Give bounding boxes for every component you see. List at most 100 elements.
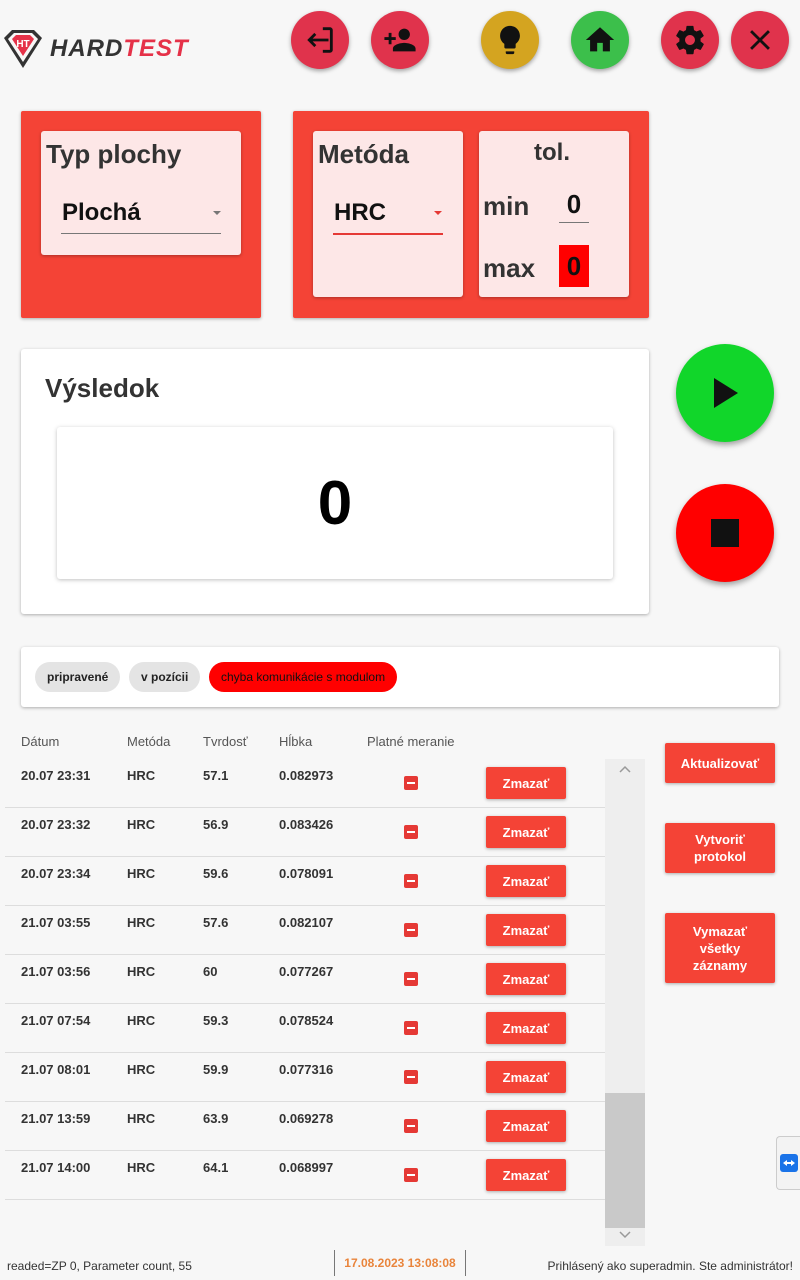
- delete-row-button[interactable]: Zmazať: [486, 816, 566, 848]
- chevron-down-icon[interactable]: [213, 211, 221, 215]
- status-bar: pripravené v pozícii chyba komunikácie s…: [21, 647, 779, 707]
- result-title: Výsledok: [45, 373, 160, 403]
- table-row: 21.07 08:01 HRC 59.9 0.077316 Zmazať: [5, 1053, 605, 1102]
- close-button[interactable]: [731, 11, 789, 69]
- cell-method: HRC: [127, 866, 156, 881]
- method-select-underline: [333, 233, 443, 235]
- column-header-valid: Platné meranie: [367, 734, 455, 749]
- login-icon: [307, 27, 333, 53]
- footer-debug-text: readed=ZP 0, Parameter count, 55: [7, 1259, 192, 1273]
- cell-depth: 0.077267: [279, 964, 334, 979]
- chevron-down-icon[interactable]: [434, 211, 442, 215]
- remote-support-icon: [779, 1154, 798, 1172]
- cell-date: 20.07 23:34: [21, 866, 91, 881]
- cell-method: HRC: [127, 1111, 156, 1126]
- delete-row-button[interactable]: Zmazať: [486, 914, 566, 946]
- method-title: Metóda: [318, 139, 409, 169]
- tolerance-title: tol.: [534, 139, 570, 166]
- invalid-measurement-icon[interactable]: [404, 1119, 418, 1133]
- surface-select-underline: [61, 233, 221, 234]
- home-icon: [585, 27, 615, 52]
- invalid-measurement-icon[interactable]: [404, 776, 418, 790]
- surface-select-value[interactable]: Plochá: [62, 199, 141, 227]
- logo-text: HARDTEST: [50, 35, 189, 62]
- cell-date: 21.07 08:01: [21, 1062, 91, 1077]
- status-chip-ready: pripravené: [35, 662, 121, 692]
- delete-row-button[interactable]: Zmazať: [486, 1159, 566, 1191]
- cell-depth: 0.082973: [279, 768, 334, 783]
- cell-method: HRC: [127, 768, 156, 783]
- add-user-icon: [384, 28, 416, 52]
- stop-button[interactable]: [676, 484, 774, 582]
- cell-hardness: 63.9: [203, 1111, 229, 1126]
- delete-row-button[interactable]: Zmazať: [486, 1110, 566, 1142]
- close-icon: [750, 30, 770, 50]
- scroll-up-icon[interactable]: [619, 765, 631, 773]
- column-header-hardness: Tvrdosť: [203, 734, 248, 749]
- cell-method: HRC: [127, 1062, 156, 1077]
- scrollbar-thumb[interactable]: [605, 1093, 645, 1228]
- cell-depth: 0.068997: [279, 1160, 334, 1175]
- cell-depth: 0.078091: [279, 866, 334, 881]
- method-card: Metóda HRC: [313, 131, 463, 297]
- gear-icon: [676, 25, 704, 55]
- cell-method: HRC: [127, 964, 156, 979]
- status-footer: readed=ZP 0, Parameter count, 55 17.08.2…: [0, 1250, 800, 1280]
- play-icon: [714, 378, 738, 408]
- delete-row-button[interactable]: Zmazať: [486, 963, 566, 995]
- cell-date: 20.07 23:32: [21, 817, 91, 832]
- invalid-measurement-icon[interactable]: [404, 923, 418, 937]
- result-card: Výsledok 0: [21, 349, 649, 614]
- table-scrollbar[interactable]: [605, 759, 645, 1246]
- delete-row-button[interactable]: Zmazať: [486, 865, 566, 897]
- cell-method: HRC: [127, 1013, 156, 1028]
- cell-depth: 0.077316: [279, 1062, 334, 1077]
- table-row: 20.07 23:34 HRC 59.6 0.078091 Zmazať: [5, 857, 605, 906]
- delete-all-button[interactable]: Vymazať všetky záznamy: [665, 913, 775, 983]
- app-logo: HT HARDTEST: [0, 26, 200, 72]
- status-chip-in-position: v pozícii: [129, 662, 201, 692]
- cell-date: 21.07 13:59: [21, 1111, 91, 1126]
- settings-button[interactable]: [661, 11, 719, 69]
- invalid-measurement-icon[interactable]: [404, 825, 418, 839]
- stop-icon: [711, 519, 739, 547]
- scroll-down-icon[interactable]: [619, 1231, 631, 1239]
- delete-row-button[interactable]: Zmazať: [486, 767, 566, 799]
- invalid-measurement-icon[interactable]: [404, 874, 418, 888]
- add-user-button[interactable]: [371, 11, 429, 69]
- status-chip-comm-error: chyba komunikácie s modulom: [209, 662, 398, 692]
- tolerance-card: tol. min 0 max 0: [479, 131, 629, 297]
- surface-card: Typ plochy Plochá: [41, 131, 241, 255]
- login-button[interactable]: [291, 11, 349, 69]
- cell-hardness: 57.1: [203, 768, 229, 783]
- method-select-value[interactable]: HRC: [334, 199, 386, 227]
- refresh-button[interactable]: Aktualizovať: [665, 743, 775, 783]
- create-protocol-button[interactable]: Vytvoriť protokol: [665, 823, 775, 873]
- surface-title: Typ plochy: [46, 139, 182, 169]
- start-button[interactable]: [676, 344, 774, 442]
- home-button[interactable]: [571, 11, 629, 69]
- tolerance-min-input[interactable]: 0: [559, 189, 589, 223]
- invalid-measurement-icon[interactable]: [404, 1021, 418, 1035]
- delete-row-button[interactable]: Zmazať: [486, 1012, 566, 1044]
- cell-hardness: 59.9: [203, 1062, 229, 1077]
- table-row: 21.07 03:56 HRC 60 0.077267 Zmazať: [5, 955, 605, 1004]
- tolerance-max-input[interactable]: 0: [559, 245, 589, 287]
- invalid-measurement-icon[interactable]: [404, 1070, 418, 1084]
- cell-date: 21.07 07:54: [21, 1013, 91, 1028]
- invalid-measurement-icon[interactable]: [404, 972, 418, 986]
- invalid-measurement-icon[interactable]: [404, 1168, 418, 1182]
- diamond-logo-icon: HT: [4, 30, 42, 68]
- cell-depth: 0.082107: [279, 915, 334, 930]
- remote-support-tab[interactable]: [776, 1136, 800, 1190]
- tolerance-min-label: min: [483, 191, 530, 221]
- cell-method: HRC: [127, 1160, 156, 1175]
- footer-datetime: 17.08.2023 13:08:08: [334, 1250, 466, 1276]
- cell-method: HRC: [127, 915, 156, 930]
- delete-row-button[interactable]: Zmazať: [486, 1061, 566, 1093]
- lightbulb-button[interactable]: [481, 11, 539, 69]
- lightbulb-icon: [500, 25, 520, 55]
- result-value: 0: [317, 468, 353, 538]
- tolerance-max-label: max: [483, 253, 536, 283]
- cell-date: 20.07 23:31: [21, 768, 91, 783]
